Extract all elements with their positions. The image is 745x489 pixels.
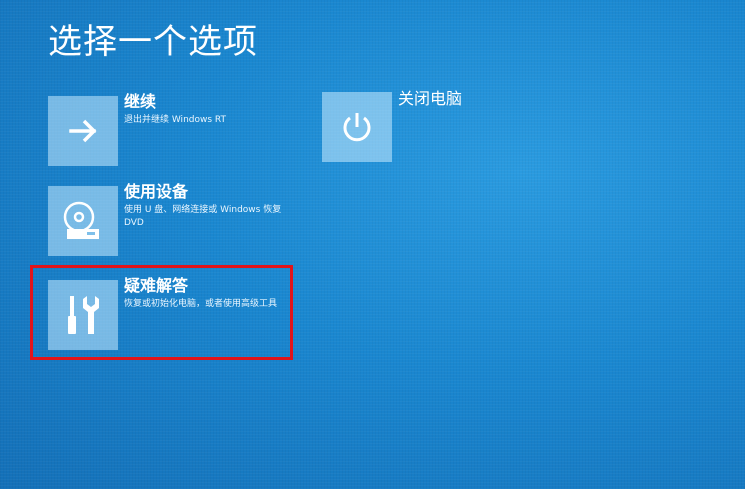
continue-title: 继续 <box>124 92 157 111</box>
page-title: 选择一个选项 <box>48 22 258 62</box>
continue-description: 退出并继续 Windows RT <box>124 115 226 125</box>
troubleshoot-title: 疑难解答 <box>124 276 189 295</box>
use-device-description: 使用 U 盘、网络连接或 Windows 恢复 DVD <box>124 205 282 228</box>
shutdown-option[interactable]: 关闭电脑 <box>322 89 522 164</box>
use-device-title: 使用设备 <box>124 182 189 201</box>
troubleshoot-option[interactable]: 疑难解答 恢复或初始化电脑，或者使用高级工具 <box>48 276 288 352</box>
disc-drive-icon <box>63 201 99 239</box>
tools-icon <box>68 296 99 334</box>
continue-tile[interactable] <box>48 96 118 166</box>
troubleshoot-description: 恢复或初始化电脑，或者使用高级工具 <box>124 299 278 309</box>
use-device-tile[interactable] <box>48 186 118 256</box>
arrow-right-icon <box>69 119 97 143</box>
use-device-option[interactable]: 使用设备 使用 U 盘、网络连接或 Windows 恢复 DVD <box>48 182 308 256</box>
continue-option[interactable]: 继续 退出并继续 Windows RT <box>48 92 308 166</box>
shutdown-tile[interactable] <box>322 92 392 162</box>
shutdown-title: 关闭电脑 <box>398 89 463 108</box>
power-icon <box>343 113 371 142</box>
troubleshoot-tile[interactable] <box>48 280 118 350</box>
